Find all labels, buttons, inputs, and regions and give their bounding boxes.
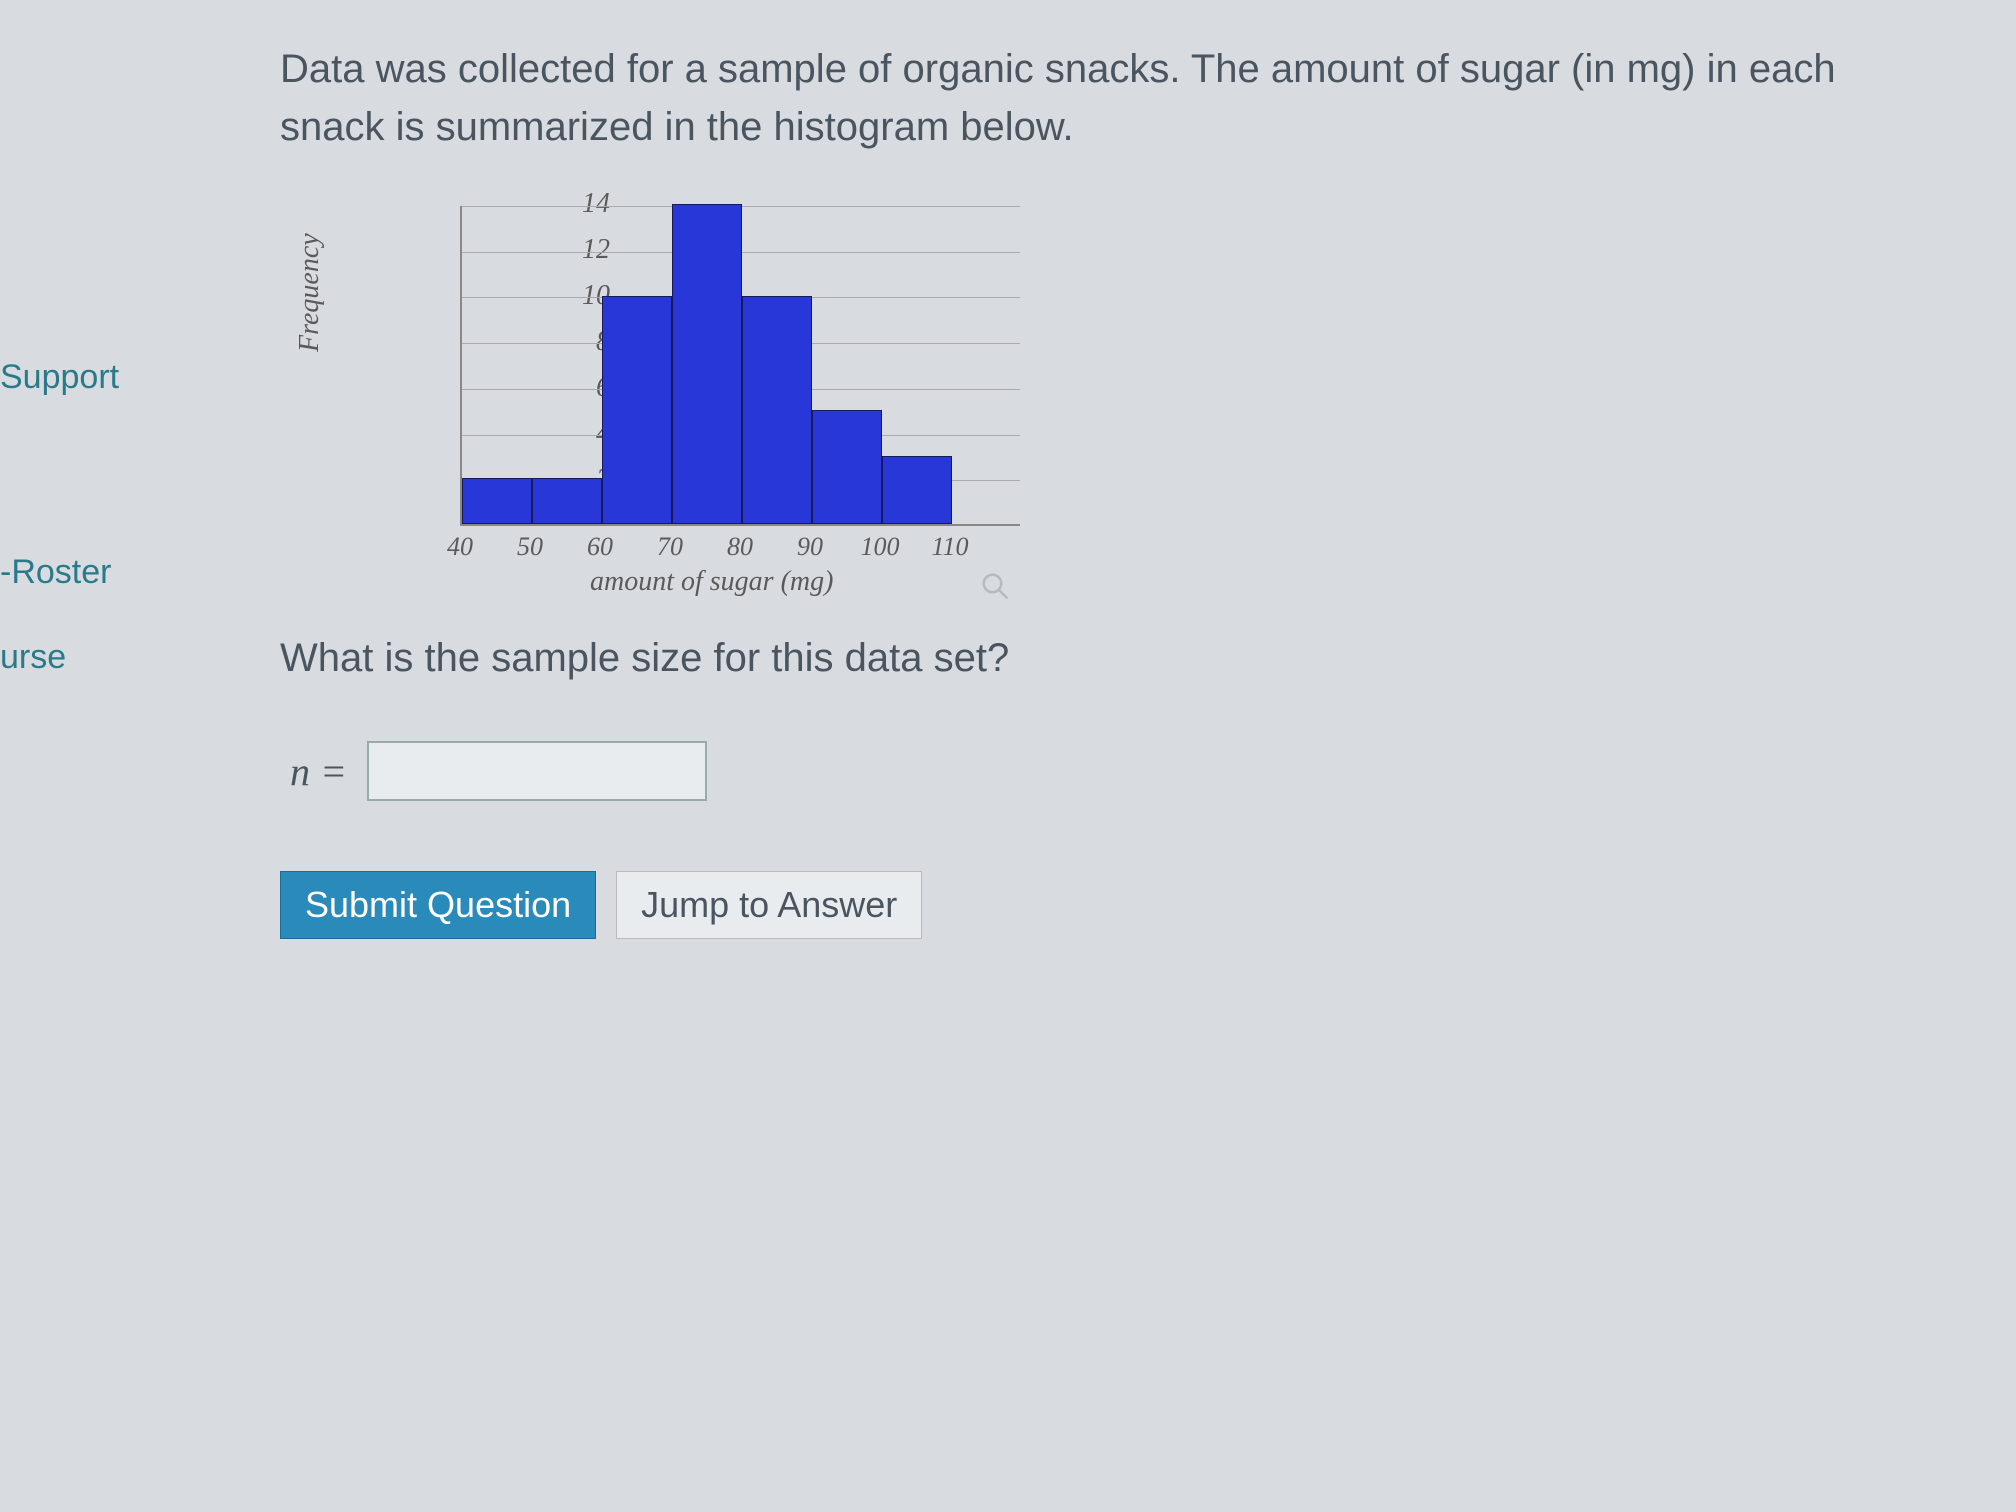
- submit-button[interactable]: Submit Question: [280, 871, 596, 939]
- x-tick-80: 80: [715, 532, 765, 562]
- x-tick-50: 50: [505, 532, 555, 562]
- histogram-chart: Frequency 14 12 10 8 6 4 2 40: [340, 196, 1060, 596]
- bar-100-110: [882, 456, 952, 525]
- bar-40-50: [462, 478, 532, 524]
- x-tick-70: 70: [645, 532, 695, 562]
- y-axis-label: Frequency: [294, 233, 326, 352]
- answer-prefix: n =: [290, 748, 347, 795]
- question-text: What is the sample size for this data se…: [280, 636, 1880, 681]
- sidebar-item-support[interactable]: Support: [0, 350, 150, 405]
- x-tick-40: 40: [435, 532, 485, 562]
- question-content: Data was collected for a sample of organ…: [280, 40, 1880, 939]
- button-row: Submit Question Jump to Answer: [280, 871, 1880, 939]
- x-tick-100: 100: [855, 532, 905, 562]
- jump-to-answer-button[interactable]: Jump to Answer: [616, 871, 922, 939]
- prompt-text: Data was collected for a sample of organ…: [280, 40, 1880, 156]
- sidebar-item-roster[interactable]: -Roster: [0, 545, 150, 600]
- x-tick-90: 90: [785, 532, 835, 562]
- bar-80-90: [742, 296, 812, 525]
- answer-row: n =: [290, 741, 1880, 801]
- x-axis-label: amount of sugar (mg): [590, 566, 833, 598]
- bar-70-80: [672, 204, 742, 524]
- sidebar-item-course[interactable]: urse: [0, 630, 150, 685]
- bar-50-60: [532, 478, 602, 524]
- x-tick-110: 110: [925, 532, 975, 562]
- answer-input[interactable]: [367, 741, 707, 801]
- bar-90-100: [812, 410, 882, 524]
- magnify-icon[interactable]: [980, 571, 1010, 601]
- x-tick-60: 60: [575, 532, 625, 562]
- bar-60-70: [602, 296, 672, 525]
- sidebar: Support -Roster urse: [0, 0, 150, 825]
- plot-area: [460, 206, 1020, 526]
